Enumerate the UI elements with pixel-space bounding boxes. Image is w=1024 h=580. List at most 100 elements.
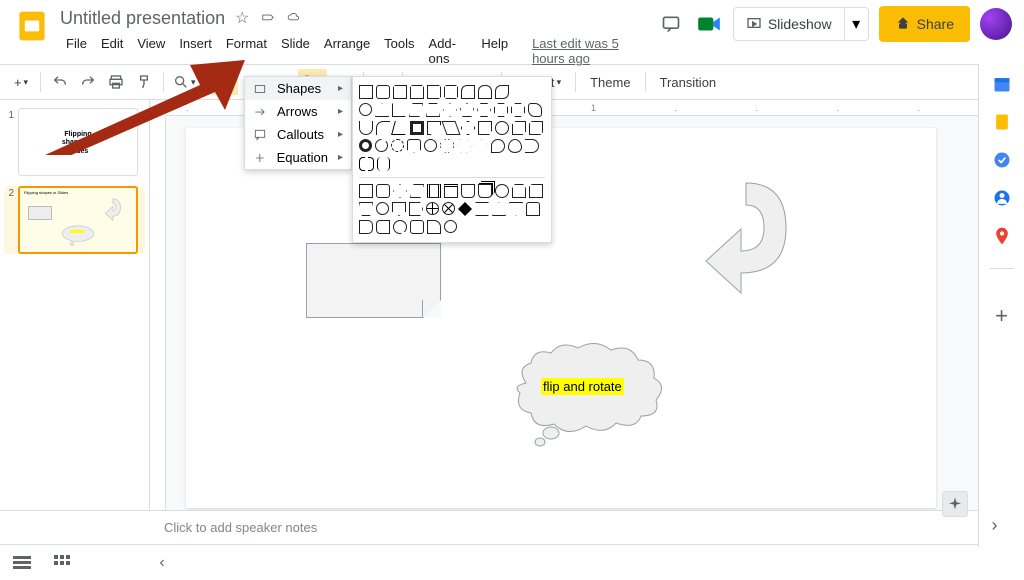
shape-flow-manual-op[interactable]: [359, 202, 373, 216]
shape-flow-display[interactable]: [427, 220, 441, 234]
menu-view[interactable]: View: [131, 32, 171, 70]
shape-flow-offpage[interactable]: [392, 202, 406, 216]
shape-half-frame[interactable]: [410, 121, 424, 135]
shape-round-diag[interactable]: [495, 85, 509, 99]
shape-flow-seq-access[interactable]: [376, 220, 390, 234]
shape-flow-connector[interactable]: [376, 202, 389, 215]
shape-bevel[interactable]: [529, 121, 543, 135]
shape-heart[interactable]: [440, 139, 454, 153]
comments-icon[interactable]: [657, 10, 685, 38]
add-panel-icon[interactable]: +: [992, 306, 1012, 326]
shape-cube[interactable]: [512, 121, 526, 135]
shape-cross[interactable]: [461, 121, 475, 135]
shape-flow-stored[interactable]: [526, 202, 540, 216]
shape-decagon[interactable]: [511, 103, 525, 117]
shape-flow-decision[interactable]: [393, 184, 407, 198]
shape-cloud[interactable]: [508, 139, 522, 153]
shape-round-rect[interactable]: [376, 85, 390, 99]
shape-flow-delay[interactable]: [359, 220, 373, 234]
document-title[interactable]: Untitled presentation: [60, 8, 225, 29]
shape-snip2b[interactable]: [427, 85, 441, 99]
menu-file[interactable]: File: [60, 32, 93, 70]
shape-folded-corner[interactable]: [407, 139, 421, 153]
shape-flow-extract[interactable]: [492, 202, 506, 216]
shape-diag-stripe[interactable]: [441, 121, 460, 135]
tasks-icon[interactable]: [992, 150, 1012, 170]
shape-flow-internal[interactable]: [444, 184, 458, 198]
menu-insert[interactable]: Insert: [173, 32, 218, 70]
star-icon[interactable]: ☆: [233, 9, 251, 27]
shape-flow-collate[interactable]: [458, 202, 472, 216]
shape-flow-alt[interactable]: [376, 184, 390, 198]
slide-thumbnail-1[interactable]: Flipping shapes in Slides: [18, 108, 138, 176]
shape-lightning[interactable]: [457, 139, 471, 153]
print-button[interactable]: [103, 69, 129, 95]
shape-round2[interactable]: [478, 85, 492, 99]
shape-frame[interactable]: [391, 121, 409, 135]
shape-flow-document[interactable]: [461, 184, 475, 198]
shape-bracket-r[interactable]: [368, 157, 374, 171]
shape-smiley[interactable]: [424, 139, 437, 152]
menu-help[interactable]: Help: [475, 32, 514, 70]
menu-shapes[interactable]: Shapes▸: [245, 77, 351, 100]
shape-flow-sum[interactable]: [426, 202, 439, 215]
select-tool[interactable]: [212, 69, 238, 95]
theme-button[interactable]: Theme: [582, 69, 638, 95]
menu-tools[interactable]: Tools: [378, 32, 420, 70]
menu-edit[interactable]: Edit: [95, 32, 129, 70]
shape-flow-data[interactable]: [410, 184, 424, 198]
shape-brace-r[interactable]: [385, 157, 390, 171]
shape-chord[interactable]: [359, 121, 373, 135]
shape-brace-l[interactable]: [377, 157, 382, 171]
shape-block-arc[interactable]: [391, 139, 404, 152]
shape-pie[interactable]: [528, 103, 542, 117]
collapse-panel-icon[interactable]: ‹: [152, 553, 172, 573]
shape-donut[interactable]: [359, 139, 372, 152]
slideshow-dropdown[interactable]: ▾: [844, 8, 868, 40]
shape-l-shape[interactable]: [427, 121, 441, 135]
shape-diamond[interactable]: [443, 103, 457, 117]
menu-callouts[interactable]: Callouts▸: [245, 123, 351, 146]
paint-format-button[interactable]: [131, 69, 157, 95]
maps-icon[interactable]: [992, 226, 1012, 246]
slides-logo[interactable]: [12, 6, 52, 46]
transition-button[interactable]: Transition: [652, 69, 725, 95]
snip-corner-rectangle-shape[interactable]: [306, 243, 441, 318]
shape-flow-manual-input[interactable]: [529, 184, 543, 198]
shape-parallelogram[interactable]: [409, 103, 423, 117]
slide-panel[interactable]: 1 Flipping shapes in Slides 2 Flipping s…: [0, 100, 150, 510]
shape-rect[interactable]: [359, 85, 373, 99]
shape-flow-terminator[interactable]: [495, 184, 509, 198]
slide-thumbnail-2[interactable]: Flipping shapes in Slides: [18, 186, 138, 254]
shape-triangle[interactable]: [375, 103, 389, 117]
shape-flow-final[interactable]: [444, 220, 457, 233]
cloud-status-icon[interactable]: [285, 9, 303, 27]
shape-plaque[interactable]: [478, 121, 492, 135]
shape-hexagon[interactable]: [477, 103, 491, 117]
shape-arc[interactable]: [525, 139, 539, 153]
last-edit-link[interactable]: Last edit was 5 hours ago: [526, 32, 657, 70]
menu-arrange[interactable]: Arrange: [318, 32, 376, 70]
menu-arrows[interactable]: Arrows▸: [245, 100, 351, 123]
move-icon[interactable]: [259, 9, 277, 27]
hide-panel-icon[interactable]: ›: [992, 515, 1012, 535]
shape-flow-sort[interactable]: [475, 202, 489, 216]
redo-button[interactable]: [75, 69, 101, 95]
shape-flow-prep[interactable]: [512, 184, 526, 198]
shape-bracket-l[interactable]: [359, 157, 365, 171]
share-button[interactable]: Share: [879, 6, 970, 42]
calendar-icon[interactable]: [992, 74, 1012, 94]
menu-equation[interactable]: Equation▸: [245, 146, 351, 169]
menu-addons[interactable]: Add-ons: [423, 32, 474, 70]
shape-flow-magnetic[interactable]: [393, 220, 407, 234]
shape-snip2[interactable]: [410, 85, 424, 99]
undo-button[interactable]: [47, 69, 73, 95]
shape-flow-card[interactable]: [409, 202, 423, 216]
curved-arrow-shape[interactable]: [666, 173, 796, 313]
meet-icon[interactable]: [695, 10, 723, 38]
filmstrip-view-icon[interactable]: [12, 553, 32, 573]
shape-teardrop[interactable]: [376, 121, 390, 135]
slideshow-button[interactable]: Slideshow ▾: [733, 7, 869, 41]
shape-flow-multidoc[interactable]: [478, 184, 492, 198]
explore-button[interactable]: [942, 491, 968, 517]
